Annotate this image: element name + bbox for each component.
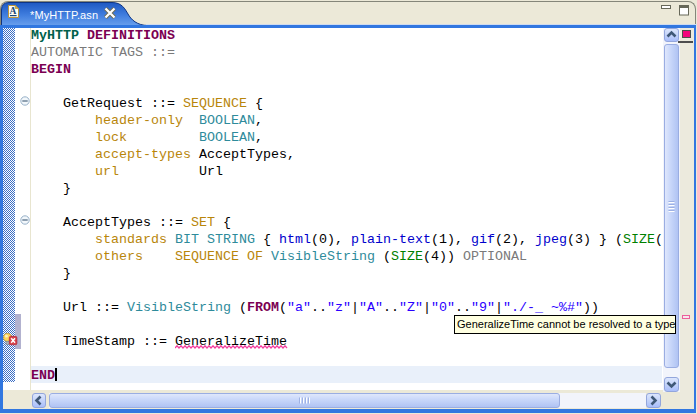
svg-text:A: A xyxy=(9,6,16,16)
